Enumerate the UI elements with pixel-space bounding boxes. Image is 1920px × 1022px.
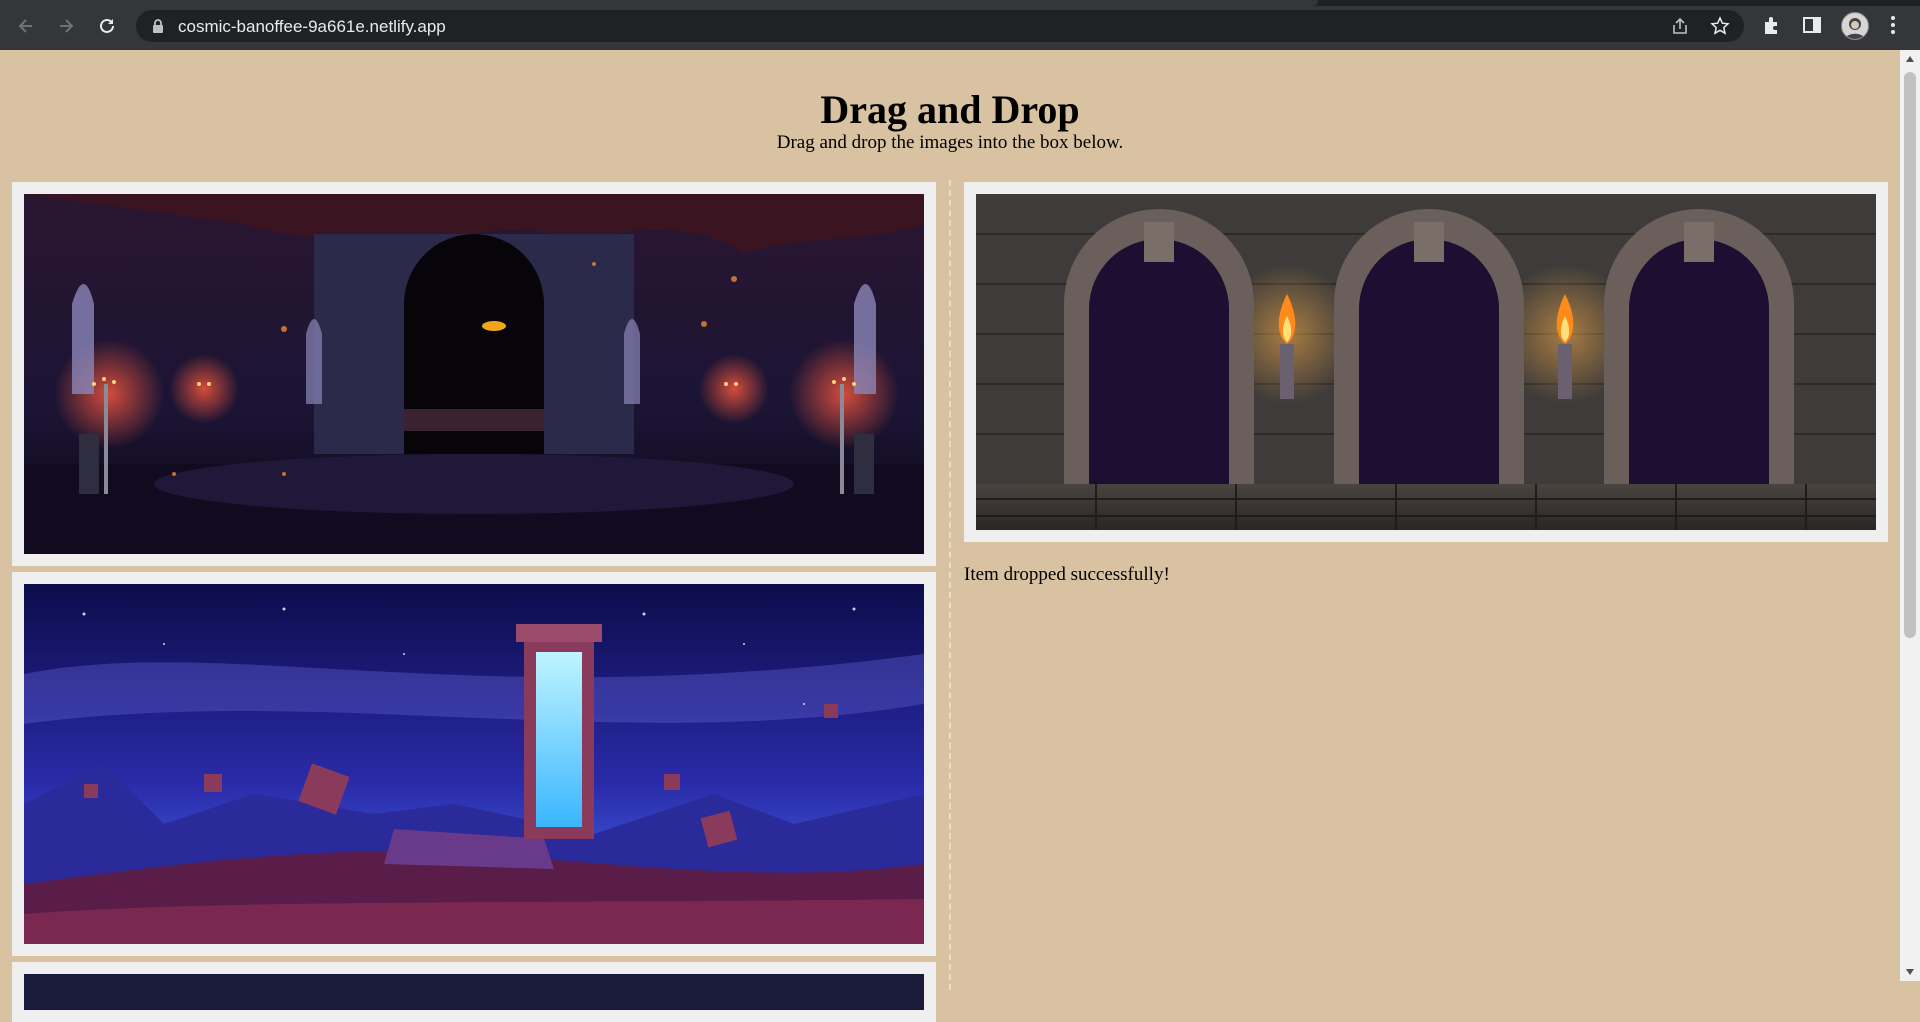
space-portal-illustration <box>24 584 924 944</box>
forward-icon <box>60 19 74 33</box>
third-image-illustration <box>24 974 924 1010</box>
third-image-partial[interactable] <box>12 962 936 1022</box>
dungeon-arches-image[interactable] <box>976 194 1876 530</box>
menu-dots-icon[interactable] <box>1882 14 1904 36</box>
lock-icon <box>153 19 163 33</box>
active-tab-edge <box>0 0 1318 6</box>
address-bar[interactable]: cosmic-banoffee-9a661e.netlify.app <box>136 10 1744 42</box>
forward-button[interactable] <box>52 12 80 40</box>
url-text: cosmic-banoffee-9a661e.netlify.app <box>178 17 446 36</box>
browser-toolbar: cosmic-banoffee-9a661e.netlify.app <box>0 0 1920 50</box>
space-portal-image[interactable] <box>12 572 936 956</box>
tab-strip <box>0 0 1920 6</box>
side-panel-icon[interactable] <box>1801 14 1823 36</box>
page-subtitle: Drag and drop the images into the box be… <box>776 132 1124 153</box>
back-icon <box>18 19 32 33</box>
column-divider <box>949 180 951 990</box>
haunted-castle-hall-illustration <box>24 194 924 554</box>
share-icon[interactable] <box>1670 16 1690 36</box>
bookmark-star-icon[interactable] <box>1710 16 1730 36</box>
reload-icon <box>100 18 114 33</box>
page-content: Drag and Drop Drag and drop the images i… <box>0 50 1900 1022</box>
drop-zone[interactable] <box>964 182 1888 542</box>
scroll-up-arrow-icon[interactable] <box>1906 56 1914 62</box>
drop-status-message: Item dropped successfully! <box>964 564 1170 585</box>
page-title: Drag and Drop <box>820 87 1080 132</box>
back-button[interactable] <box>12 12 40 40</box>
page-scrollbar[interactable] <box>1900 50 1920 981</box>
haunted-castle-hall-image[interactable] <box>12 182 936 566</box>
extensions-icon[interactable] <box>1761 14 1783 36</box>
profile-avatar[interactable] <box>1841 12 1869 40</box>
scroll-down-arrow-icon[interactable] <box>1906 969 1914 975</box>
scroll-thumb[interactable] <box>1904 72 1916 638</box>
reload-button[interactable] <box>93 12 121 40</box>
